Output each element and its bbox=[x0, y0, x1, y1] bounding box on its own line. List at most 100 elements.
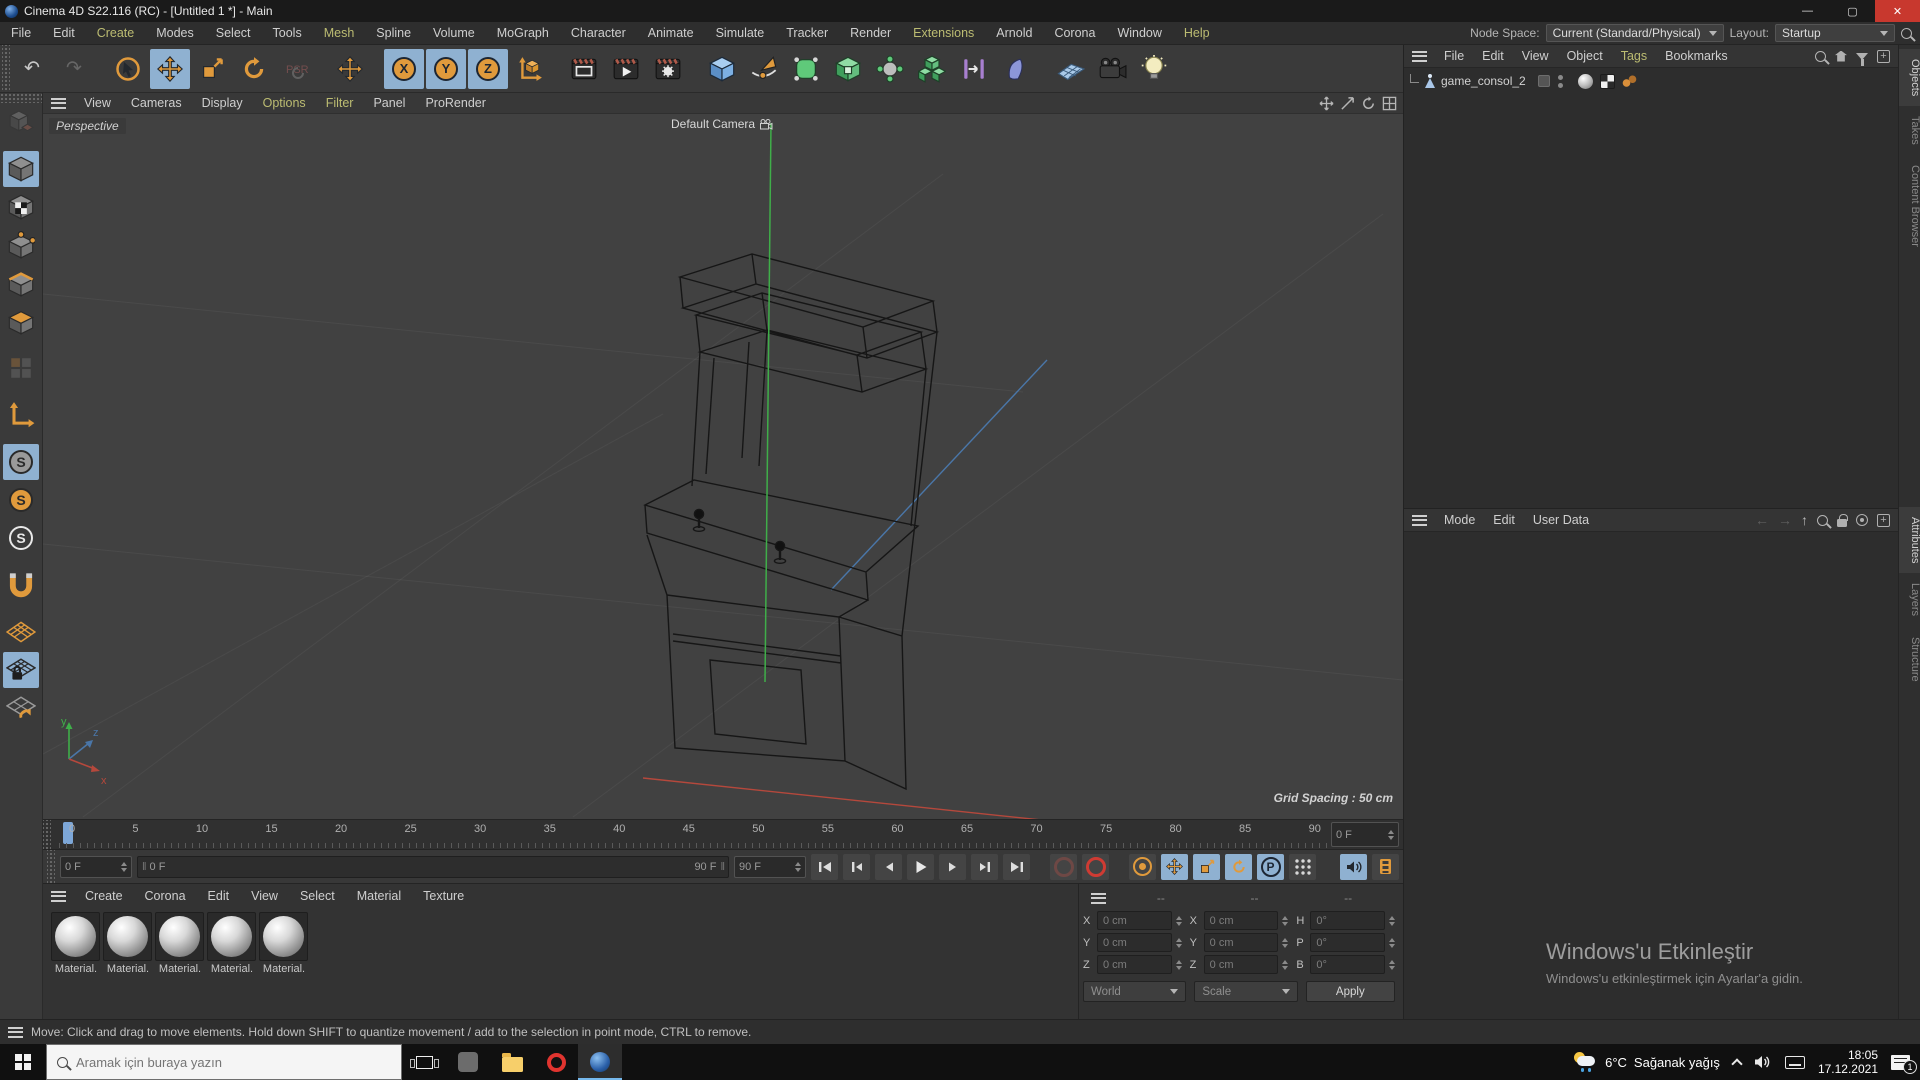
menu-tools[interactable]: Tools bbox=[262, 22, 313, 45]
tab-structure[interactable]: Structure bbox=[1899, 627, 1920, 692]
mat-menu-material[interactable]: Material bbox=[346, 885, 412, 908]
menu-modes[interactable]: Modes bbox=[145, 22, 205, 45]
spline-wrap-button[interactable] bbox=[954, 49, 994, 89]
mat-menu-create[interactable]: Create bbox=[74, 885, 134, 908]
cloner-button[interactable] bbox=[870, 49, 910, 89]
coordinate-menu-icon[interactable] bbox=[1091, 893, 1106, 904]
camera-small-icon[interactable] bbox=[759, 119, 773, 130]
next-key-button[interactable] bbox=[971, 854, 998, 880]
editable-toggle-icon[interactable] bbox=[1538, 75, 1550, 87]
coordinate-system-button[interactable] bbox=[510, 49, 550, 89]
toggle-views-icon[interactable] bbox=[1382, 96, 1397, 111]
render-settings-button[interactable] bbox=[648, 49, 688, 89]
scale-tool-button[interactable] bbox=[192, 49, 232, 89]
tab-layers[interactable]: Layers bbox=[1899, 573, 1920, 626]
menu-animate[interactable]: Animate bbox=[637, 22, 705, 45]
live-selection-button[interactable] bbox=[108, 49, 148, 89]
material-menu-icon[interactable] bbox=[51, 891, 66, 902]
prev-frame-button[interactable] bbox=[875, 854, 902, 880]
spinner-arrows-icon[interactable] bbox=[1389, 916, 1395, 926]
vp-menu-panel[interactable]: Panel bbox=[363, 93, 415, 114]
menu-corona[interactable]: Corona bbox=[1043, 22, 1106, 45]
search-icon[interactable] bbox=[1815, 51, 1826, 62]
material-preview-sphere[interactable] bbox=[155, 912, 204, 961]
track-icon[interactable] bbox=[1856, 514, 1868, 526]
menu-edit[interactable]: Edit bbox=[42, 22, 86, 45]
lock-workplane-button[interactable] bbox=[3, 652, 39, 688]
camera-button[interactable] bbox=[1092, 49, 1132, 89]
menu-mesh[interactable]: Mesh bbox=[313, 22, 366, 45]
attr-menu-mode[interactable]: Mode bbox=[1435, 509, 1484, 532]
search-input[interactable] bbox=[76, 1055, 356, 1070]
magnet-snap-button[interactable] bbox=[3, 567, 39, 603]
menu-extensions[interactable]: Extensions bbox=[902, 22, 985, 45]
start-button[interactable] bbox=[0, 1044, 46, 1080]
menu-simulate[interactable]: Simulate bbox=[705, 22, 776, 45]
workplane-button[interactable] bbox=[3, 614, 39, 650]
task-view-button[interactable] bbox=[402, 1044, 446, 1080]
object-menu-icon[interactable] bbox=[1412, 51, 1427, 62]
viewport-canvas[interactable]: y z x bbox=[43, 114, 1403, 819]
material-item[interactable]: Material. bbox=[51, 912, 101, 975]
vp-menu-cameras[interactable]: Cameras bbox=[121, 93, 192, 114]
sound-toggle-button[interactable] bbox=[1340, 854, 1367, 880]
tab-takes[interactable]: Takes bbox=[1899, 106, 1920, 155]
material-tag-icon[interactable] bbox=[1578, 74, 1593, 89]
key-position-button[interactable] bbox=[1161, 854, 1188, 880]
vp-menu-options[interactable]: Options bbox=[253, 93, 316, 114]
record-position-off-button[interactable] bbox=[1050, 854, 1077, 880]
scale-z-field[interactable]: 0 cm bbox=[1204, 955, 1279, 974]
spinner-arrows-icon[interactable] bbox=[121, 862, 127, 872]
texture-mode-button[interactable] bbox=[3, 189, 39, 225]
pinned-app-button[interactable] bbox=[446, 1044, 490, 1080]
goto-end-button[interactable] bbox=[1003, 854, 1030, 880]
spinner-arrows-icon[interactable] bbox=[1176, 916, 1182, 926]
obj-menu-bookmarks[interactable]: Bookmarks bbox=[1656, 45, 1737, 68]
position-y-field[interactable]: 0 cm bbox=[1097, 933, 1172, 952]
keyframe-presets-button[interactable] bbox=[1372, 854, 1399, 880]
snap-settings-button[interactable]: S bbox=[3, 482, 39, 518]
transform-mode-dropdown[interactable]: Scale bbox=[1194, 981, 1297, 1002]
scale-x-field[interactable]: 0 cm bbox=[1204, 911, 1279, 930]
obj-menu-edit[interactable]: Edit bbox=[1473, 45, 1513, 68]
menu-file[interactable]: File bbox=[0, 22, 42, 45]
move-tool-button[interactable] bbox=[150, 49, 190, 89]
key-rotation-button[interactable] bbox=[1225, 854, 1252, 880]
transport-grip[interactable] bbox=[47, 850, 55, 883]
maximize-button[interactable]: ▢ bbox=[1830, 0, 1875, 22]
taskbar-weather[interactable]: 6°C Sağanak yağış bbox=[1573, 1052, 1720, 1072]
polygon-mode-button[interactable] bbox=[3, 303, 39, 339]
material-preview-sphere[interactable] bbox=[207, 912, 256, 961]
prev-key-button[interactable] bbox=[843, 854, 870, 880]
obj-menu-view[interactable]: View bbox=[1513, 45, 1558, 68]
vp-menu-prorender[interactable]: ProRender bbox=[415, 93, 495, 114]
range-right-handle[interactable]: ‖ bbox=[716, 861, 728, 873]
mat-menu-select[interactable]: Select bbox=[289, 885, 346, 908]
render-view-button[interactable] bbox=[564, 49, 604, 89]
rotate-view-icon[interactable] bbox=[1361, 96, 1376, 111]
object-row[interactable]: game_consol_2 bbox=[1404, 70, 1898, 92]
filter-icon[interactable] bbox=[1856, 53, 1868, 60]
viewport-menu-icon[interactable] bbox=[51, 98, 66, 109]
material-item[interactable]: Material. bbox=[207, 912, 257, 975]
taskbar-clock[interactable]: 18:05 17.12.2021 bbox=[1818, 1048, 1878, 1076]
toolbar-grip[interactable] bbox=[2, 45, 10, 92]
projection-label[interactable]: Perspective bbox=[49, 118, 126, 134]
undo-button[interactable]: ↶ bbox=[12, 49, 52, 89]
spinner-arrows-icon[interactable] bbox=[1282, 960, 1288, 970]
opera-button[interactable] bbox=[534, 1044, 578, 1080]
timeline-ruler[interactable]: 0 5 10 15 20 25 30 35 40 45 50 55 60 65 … bbox=[59, 820, 1329, 849]
material-item[interactable]: Material. bbox=[155, 912, 205, 975]
position-z-field[interactable]: 0 cm bbox=[1097, 955, 1172, 974]
history-back-icon[interactable]: ← bbox=[1755, 512, 1769, 528]
redo-button[interactable]: ↷ bbox=[54, 49, 94, 89]
autokey-button[interactable] bbox=[1129, 854, 1156, 880]
subdivision-surface-button[interactable] bbox=[786, 49, 826, 89]
floor-button[interactable] bbox=[1050, 49, 1090, 89]
menu-mograph[interactable]: MoGraph bbox=[486, 22, 560, 45]
enable-snap-button[interactable]: S bbox=[3, 444, 39, 480]
spinner-arrows-icon[interactable] bbox=[1282, 916, 1288, 926]
next-frame-button[interactable] bbox=[939, 854, 966, 880]
attr-menu-userdata[interactable]: User Data bbox=[1524, 509, 1598, 532]
material-item[interactable]: Material. bbox=[259, 912, 309, 975]
